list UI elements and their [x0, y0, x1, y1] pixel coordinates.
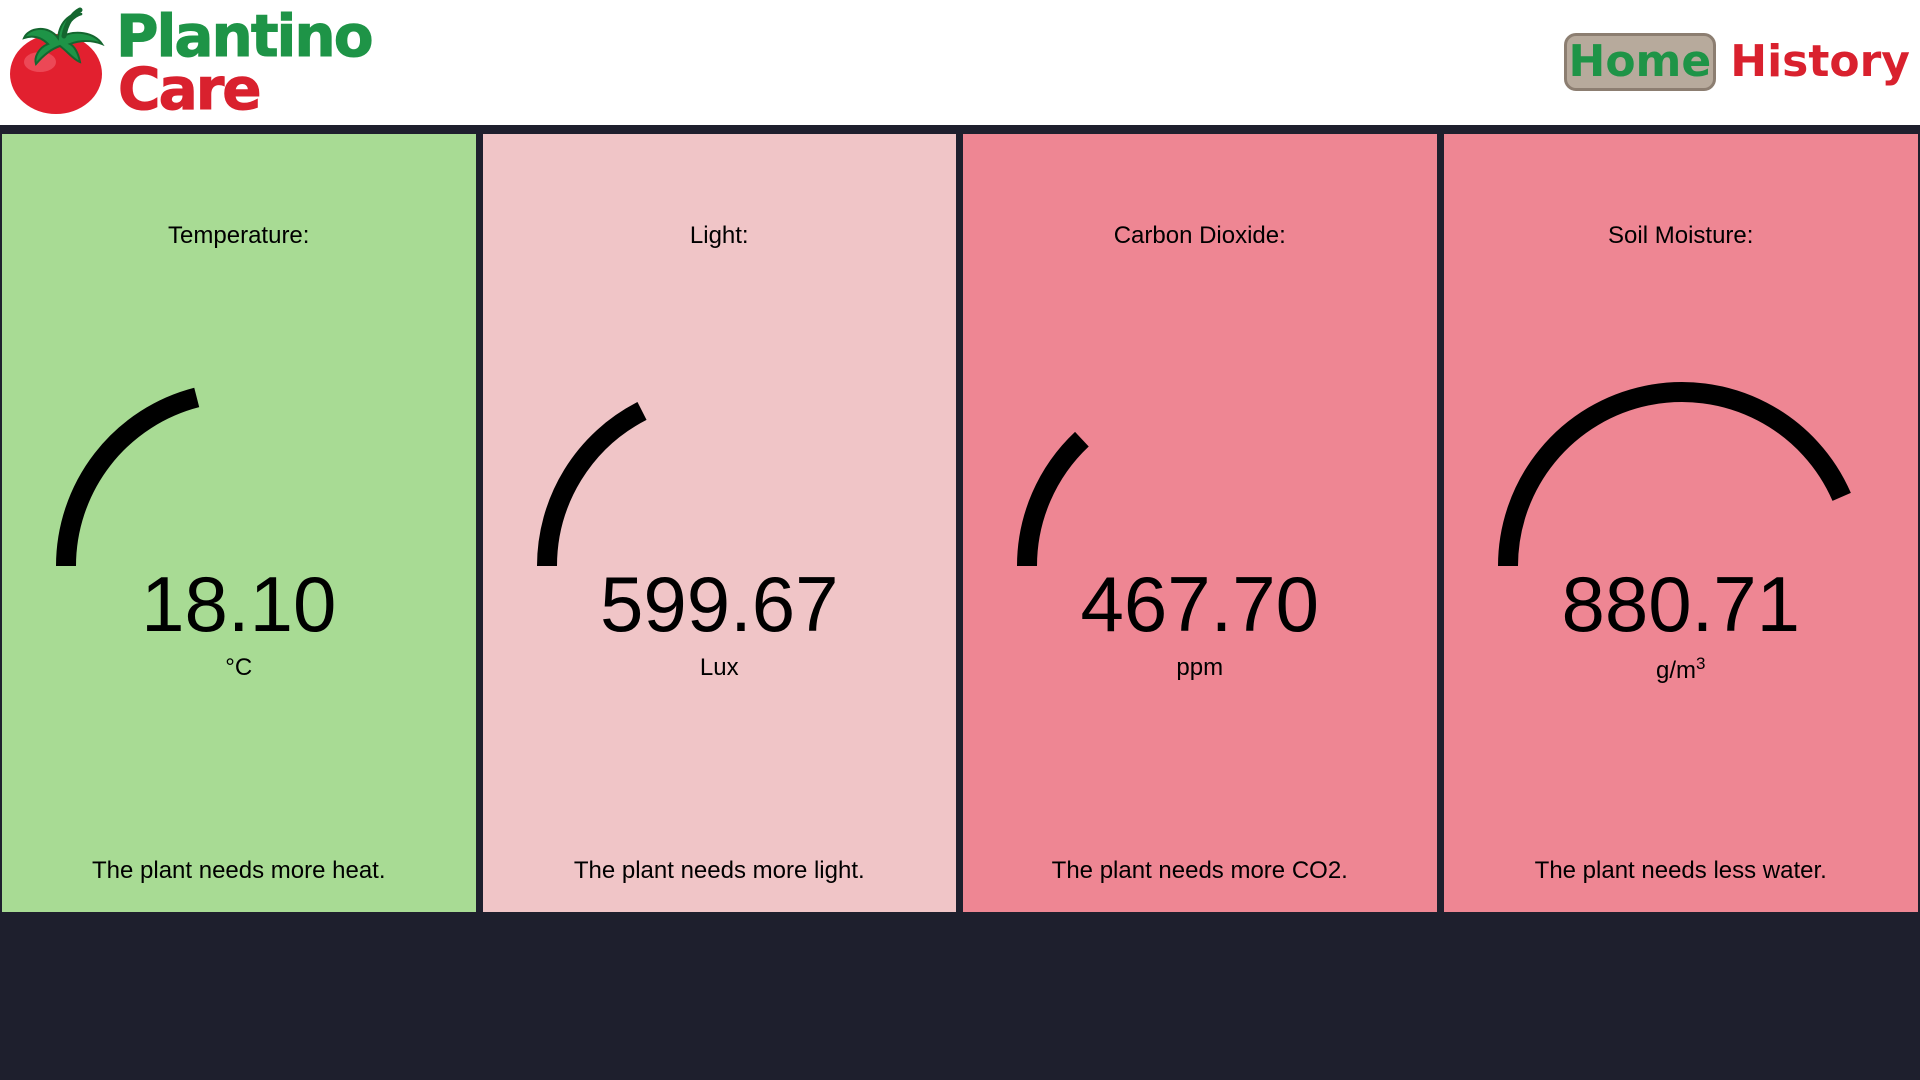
sensor-card-light: Light: 599.67 Lux The plant needs more l…: [480, 132, 958, 914]
sensor-advice: The plant needs less water.: [1534, 857, 1827, 884]
sensor-cards: Temperature: 18.10 °C The plant needs mo…: [0, 132, 1920, 914]
brand-name-line2: Care: [118, 55, 263, 123]
unit-text: °C: [225, 654, 253, 681]
gauge-arc: [536, 402, 647, 567]
nav-home-link[interactable]: Home: [1563, 33, 1717, 91]
main-nav: Home History: [1563, 33, 1910, 91]
gauge-fill: [536, 402, 647, 567]
unit-text: Lux: [699, 654, 739, 681]
gauge-fill: [1017, 431, 1089, 567]
sensor-advice: The plant needs more light.: [573, 857, 865, 884]
gauge-arc: [1017, 431, 1089, 567]
sensor-title: Temperature:: [168, 222, 310, 249]
unit-superscript: 3: [1696, 654, 1706, 673]
sensor-value: 880.71: [1561, 560, 1801, 648]
tomato-icon: [10, 7, 105, 114]
header: Plantino Care Home History: [0, 0, 1920, 125]
sensor-value: 467.70: [1080, 560, 1320, 648]
sensor-value: 18.10: [141, 560, 337, 648]
sensor-advice: The plant needs more heat.: [91, 857, 386, 884]
sensor-unit: g/m3: [1444, 654, 1919, 685]
unit-text: ppm: [1176, 654, 1224, 681]
sensor-unit: °C: [2, 654, 476, 682]
gauge-arc: [56, 387, 200, 567]
sensor-unit: ppm: [963, 654, 1437, 682]
header-divider: [0, 125, 1920, 132]
sensor-card-carbon-dioxide: Carbon Dioxide: 467.70 ppm The plant nee…: [961, 132, 1439, 914]
sensor-title: Light:: [689, 222, 749, 249]
unit-text: g/m: [1656, 657, 1697, 684]
sensor-card-soil-moisture: Soil Moisture: 880.71 g/m3 The plant nee…: [1441, 132, 1920, 914]
plantino-logo[interactable]: Plantino Care: [8, 4, 374, 123]
sensor-advice: The plant needs more CO2.: [1051, 857, 1348, 884]
gauge-arc: [1497, 382, 1851, 567]
sensor-title: Carbon Dioxide:: [1113, 222, 1286, 249]
sensor-value: 599.67: [599, 560, 839, 648]
sensor-unit: Lux: [483, 654, 957, 682]
gauge-fill: [1497, 382, 1851, 567]
gauge-fill: [56, 387, 200, 567]
sensor-card-temperature: Temperature: 18.10 °C The plant needs mo…: [0, 132, 478, 914]
nav-history-link[interactable]: History: [1730, 36, 1910, 88]
sensor-title: Soil Moisture:: [1608, 222, 1754, 249]
